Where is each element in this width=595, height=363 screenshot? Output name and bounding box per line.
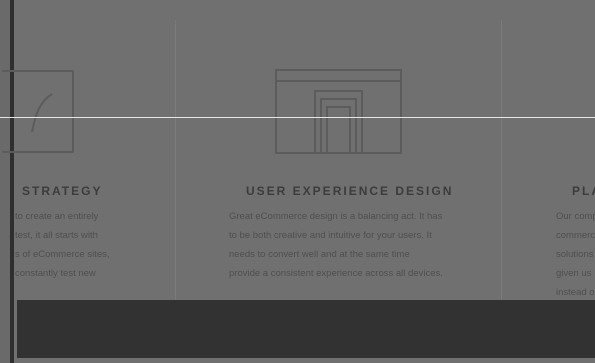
description-line: needs to convert well and at the same ti… xyxy=(229,249,410,260)
left-rail-border xyxy=(10,0,14,363)
description-line: provide a consistent experience across a… xyxy=(229,268,443,279)
service-title: STRATEGY xyxy=(22,184,103,198)
service-description: Great eCommerce design is a balancing ac… xyxy=(229,207,443,283)
left-rail xyxy=(0,0,10,363)
service-description: to create an entirely test, it all start… xyxy=(15,207,110,283)
description-line: constantly test new xyxy=(15,268,96,279)
description-line: to create an entirely xyxy=(15,211,99,222)
description-line: s of eCommerce sites, xyxy=(15,249,110,260)
browser-window-icon-svg xyxy=(275,69,402,154)
description-line: test, it all starts with xyxy=(15,230,98,241)
description-line: Our comp xyxy=(556,211,595,222)
page-overlay: STRATEGY to create an entirely test, it … xyxy=(0,0,595,363)
column-divider xyxy=(175,20,176,300)
service-title: USER EXPERIENCE DESIGN xyxy=(246,184,454,198)
description-line: Great eCommerce design is a balancing ac… xyxy=(229,211,443,222)
strategy-icon-curve xyxy=(31,93,53,133)
bottom-panel[interactable] xyxy=(17,300,595,358)
horizontal-guide-line xyxy=(0,117,595,118)
description-line: commerc xyxy=(556,230,595,241)
browser-window-icon xyxy=(275,69,402,154)
service-title: PLA xyxy=(572,184,595,198)
description-line: to be both creative and intuitive for yo… xyxy=(229,230,432,241)
column-divider xyxy=(501,20,502,300)
strategy-icon xyxy=(2,70,74,153)
description-line: solutions xyxy=(556,249,594,260)
service-description: Our comp commerc solutions given us inst… xyxy=(556,207,595,302)
description-line: given us xyxy=(556,268,592,279)
